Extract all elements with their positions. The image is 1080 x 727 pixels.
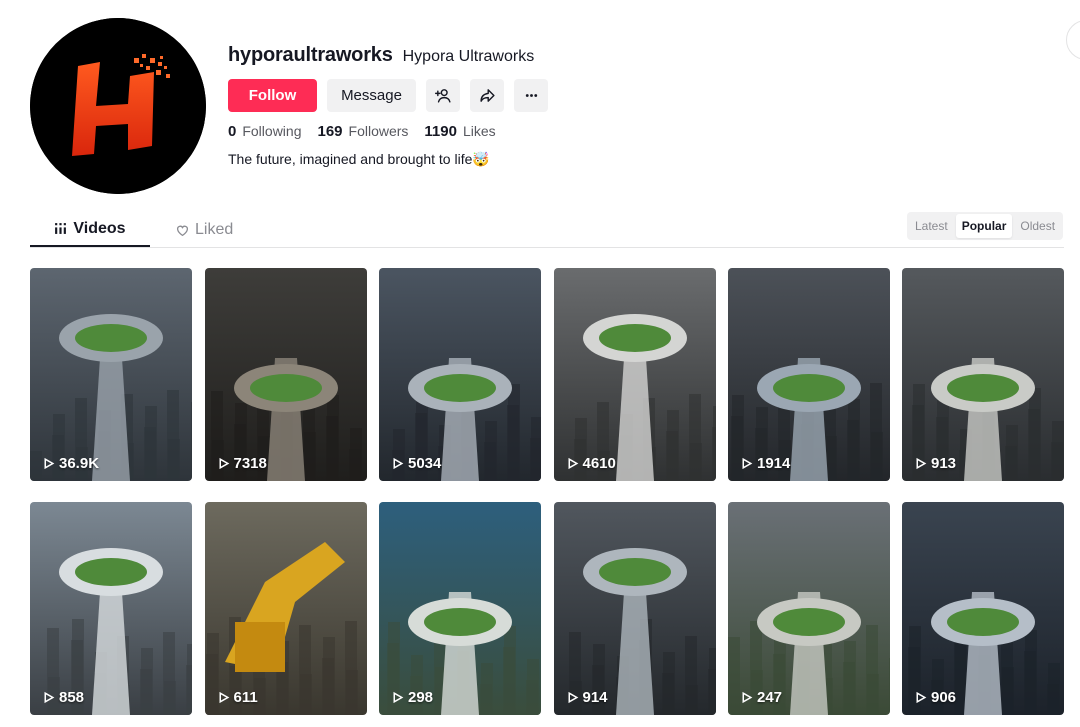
view-count: 7318 <box>217 455 267 472</box>
username: hyporaultraworks <box>228 44 393 66</box>
video-card[interactable]: 906 <box>902 502 1064 715</box>
profile-bio: The future, imagined and brought to life… <box>228 151 490 167</box>
video-card[interactable]: 611 <box>204 502 367 715</box>
view-count-value: 5034 <box>408 455 442 472</box>
video-thumbnail <box>30 268 192 481</box>
play-icon <box>393 691 404 704</box>
tab-liked-label: Liked <box>195 221 234 238</box>
profile-stats: 0 Following 169 Followers 1190 Likes <box>228 123 496 140</box>
play-icon <box>44 691 55 704</box>
video-card[interactable]: 914 <box>553 502 716 715</box>
likes-stat: 1190 Likes <box>424 123 495 140</box>
play-icon <box>218 457 229 470</box>
play-icon <box>916 457 927 470</box>
play-icon <box>916 691 927 704</box>
video-thumbnail <box>553 502 716 715</box>
video-card[interactable]: 913 <box>902 268 1064 481</box>
view-count: 36.9K <box>42 455 99 472</box>
add-user-icon <box>434 89 451 103</box>
tab-videos-label: Videos <box>73 219 126 237</box>
view-count: 858 <box>42 689 84 706</box>
view-count-value: 298 <box>408 689 434 706</box>
view-count-value: 7318 <box>233 455 267 472</box>
view-count-value: 4610 <box>582 455 616 472</box>
video-thumbnail <box>379 502 541 715</box>
more-icon <box>525 94 537 97</box>
add-friend-button[interactable] <box>426 79 460 112</box>
message-button[interactable]: Message <box>327 79 416 112</box>
view-count-value: 1914 <box>757 455 791 472</box>
video-thumbnail <box>204 268 367 481</box>
share-icon <box>479 89 495 102</box>
video-thumbnail <box>902 268 1064 481</box>
video-card[interactable]: 298 <box>379 502 541 715</box>
video-card[interactable]: 4610 <box>553 268 716 481</box>
play-icon <box>567 691 578 704</box>
top-right-control[interactable] <box>1066 20 1080 60</box>
follow-button[interactable]: Follow <box>228 79 317 112</box>
view-count-value: 914 <box>582 689 608 706</box>
view-count-value: 36.9K <box>59 455 100 472</box>
following-stat[interactable]: 0 Following <box>228 123 301 140</box>
play-icon <box>742 457 753 470</box>
view-count: 5034 <box>391 455 441 472</box>
sort-selector: Latest Popular Oldest <box>907 212 1064 240</box>
video-thumbnail <box>902 502 1064 715</box>
likes-count: 1190 <box>424 123 457 140</box>
video-thumbnail <box>553 268 716 481</box>
play-icon <box>393 457 404 470</box>
followers-count: 169 <box>317 123 343 140</box>
view-count-value: 913 <box>931 455 957 472</box>
likes-label: Likes <box>462 123 496 139</box>
video-card[interactable]: 7318 <box>204 268 367 481</box>
heart-icon <box>176 225 189 236</box>
view-count-value: 611 <box>233 689 258 706</box>
grid-icon <box>55 223 67 234</box>
view-count: 913 <box>914 455 956 472</box>
following-label: Following <box>242 123 302 139</box>
following-count: 0 <box>228 123 237 140</box>
followers-stat[interactable]: 169 Followers <box>317 123 408 140</box>
sort-latest[interactable]: Latest <box>909 214 954 238</box>
view-count: 4610 <box>566 455 616 472</box>
view-count-value: 858 <box>59 689 85 706</box>
tab-liked[interactable]: Liked <box>176 212 233 248</box>
tab-videos[interactable]: Videos <box>30 212 150 247</box>
nickname: Hypora Ultraworks <box>402 48 535 65</box>
video-card[interactable]: 247 <box>728 502 890 715</box>
play-icon <box>567 457 578 470</box>
video-thumbnail <box>728 502 890 715</box>
view-count: 906 <box>914 689 956 706</box>
video-thumbnail <box>30 502 192 715</box>
view-count-value: 906 <box>931 689 957 706</box>
profile-actions: Follow Message <box>228 79 548 112</box>
play-icon <box>218 691 229 704</box>
view-count: 914 <box>566 689 608 706</box>
video-thumbnail <box>204 502 367 715</box>
play-icon <box>44 457 55 470</box>
sort-popular[interactable]: Popular <box>955 214 1013 238</box>
video-card[interactable]: 1914 <box>728 268 890 481</box>
followers-label: Followers <box>348 123 409 139</box>
video-thumbnail <box>728 268 890 481</box>
view-count: 1914 <box>740 455 790 472</box>
play-icon <box>742 691 753 704</box>
view-count: 298 <box>391 689 433 706</box>
video-card[interactable]: 5034 <box>379 268 541 481</box>
profile-avatar[interactable] <box>30 18 206 194</box>
view-count-value: 247 <box>757 689 783 706</box>
video-card[interactable]: 858 <box>30 502 192 715</box>
hypora-logo-icon <box>30 18 206 194</box>
sort-oldest[interactable]: Oldest <box>1014 214 1061 238</box>
more-options-button[interactable] <box>514 79 548 112</box>
video-thumbnail <box>379 268 541 481</box>
share-button[interactable] <box>470 79 504 112</box>
view-count: 611 <box>217 689 258 706</box>
view-count: 247 <box>740 689 782 706</box>
video-card[interactable]: 36.9K <box>30 268 192 481</box>
